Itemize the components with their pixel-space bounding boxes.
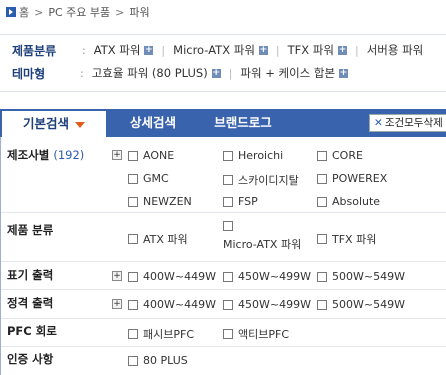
option-label-400[interactable]: 400W~449W	[128, 270, 216, 283]
option-tfx[interactable]: TFX 파워	[317, 231, 376, 247]
option-fsp[interactable]: FSP	[223, 195, 258, 208]
divider: |	[161, 43, 166, 57]
category-tfx[interactable]: TFX 파워 +	[288, 42, 347, 58]
option-atx[interactable]: ATX 파워	[128, 231, 188, 247]
checkbox[interactable]	[128, 329, 138, 339]
option-skydigital[interactable]: 스카이디지탈	[223, 172, 299, 188]
reset-conditions-button[interactable]: ✕ 조건모두삭제	[369, 114, 446, 132]
search-tab-bar: 기본검색 상세검색 브랜드로그 ✕ 조건모두삭제	[0, 109, 446, 137]
filter-row-label-output: 표기 출력 + 400W~449W 450W~499W 500W~549W	[1, 263, 446, 290]
close-icon: ✕	[374, 117, 383, 129]
checkbox[interactable]	[223, 271, 233, 282]
option-rated-400[interactable]: 400W~449W	[128, 298, 216, 311]
checkbox[interactable]	[128, 196, 138, 207]
checkbox[interactable]	[223, 221, 233, 231]
divider: |	[354, 43, 359, 57]
filter-label-label-output: 표기 출력	[7, 268, 54, 282]
breadcrumb-item-pc-parts[interactable]: PC 주요 부품	[48, 4, 110, 20]
theme-case-bundle[interactable]: 파워 + 케이스 합본 +	[240, 65, 349, 81]
tab-brand-logo[interactable]: 브랜드로그	[198, 109, 288, 137]
expand-plus-icon[interactable]: +	[112, 271, 122, 281]
filter-label-type: 제품 분류	[7, 223, 54, 237]
checkbox[interactable]	[223, 196, 233, 207]
breadcrumb-separator: >	[115, 5, 125, 19]
option-micro-atx[interactable]: Micro-ATX 파워	[223, 221, 301, 252]
checkbox[interactable]	[128, 234, 138, 244]
filter-label-maker: 제조사별 (192)	[7, 148, 85, 162]
theme-category-label: 테마형	[12, 66, 46, 81]
filter-label-cert: 인증 사항	[7, 352, 54, 366]
option-rated-450[interactable]: 450W~499W	[223, 298, 311, 311]
checkbox[interactable]	[317, 196, 327, 207]
option-rated-500[interactable]: 500W~549W	[317, 298, 405, 311]
option-powerex[interactable]: POWEREX	[317, 172, 387, 185]
filter-label-pfc: PFC 회로	[7, 324, 57, 338]
plus-icon[interactable]: +	[211, 68, 221, 78]
tab-basic-search[interactable]: 기본검색	[2, 111, 106, 137]
option-gmc[interactable]: GMC	[128, 172, 169, 185]
option-label-500[interactable]: 500W~549W	[317, 270, 405, 283]
breadcrumb-home[interactable]: 홈	[19, 4, 29, 20]
product-category-row: 제품분류 : ATX 파워 + | Micro-ATX 파워 + | TFX 파워 +…	[12, 41, 423, 59]
option-absolute[interactable]: Absolute	[317, 195, 380, 208]
checkbox[interactable]	[223, 299, 233, 310]
divider: |	[275, 43, 280, 57]
category-server[interactable]: 서버용 파워	[367, 42, 424, 58]
expand-plus-icon[interactable]: +	[112, 150, 122, 160]
expand-plus-icon[interactable]: +	[112, 299, 122, 309]
category-box: 제품분류 : ATX 파워 + | Micro-ATX 파워 + | TFX 파워 +…	[0, 34, 446, 92]
option-heroichi[interactable]: Heroichi	[223, 149, 283, 162]
divider: |	[228, 66, 233, 80]
plus-icon[interactable]: +	[337, 45, 347, 55]
category-micro-atx[interactable]: Micro-ATX 파워 +	[173, 42, 268, 58]
checkbox[interactable]	[223, 329, 233, 339]
breadcrumb-separator: >	[34, 5, 44, 19]
checkbox[interactable]	[317, 234, 327, 244]
checkbox[interactable]	[128, 173, 138, 184]
checkbox[interactable]	[223, 175, 233, 185]
option-passive-pfc[interactable]: 패시브PFC	[128, 326, 194, 342]
theme-category-row: 테마형 : 고효율 파워 (80 PLUS) + | 파워 + 케이스 합본 +	[12, 64, 349, 82]
tab-detail-search[interactable]: 상세검색	[118, 109, 188, 137]
product-category-label: 제품분류	[12, 43, 57, 58]
theme-80plus[interactable]: 고효율 파워 (80 PLUS) +	[92, 65, 221, 81]
breadcrumb-item-power[interactable]: 파워	[129, 4, 149, 20]
checkbox[interactable]	[317, 299, 327, 310]
breadcrumb: 홈 > PC 주요 부품 > 파워	[6, 4, 150, 20]
colon: :	[82, 43, 86, 57]
option-aone[interactable]: AONE	[128, 149, 174, 162]
option-80plus[interactable]: 80 PLUS	[128, 354, 188, 367]
filter-panel: 제조사별 (192) + AONE Heroichi CORE GMC 스카이디지…	[0, 137, 446, 375]
checkbox[interactable]	[128, 271, 138, 282]
plus-icon[interactable]: +	[258, 45, 268, 55]
plus-icon[interactable]: +	[339, 68, 349, 78]
checkbox[interactable]	[317, 173, 327, 184]
filter-row-type: 제품 분류 ATX 파워 Micro-ATX 파워 TFX 파워	[1, 214, 446, 262]
checkbox[interactable]	[128, 355, 138, 366]
checkbox[interactable]	[128, 299, 138, 310]
checkbox[interactable]	[317, 150, 327, 161]
filter-row-cert: 인증 사항 80 PLUS	[1, 348, 446, 375]
filter-label-rated-output: 정격 출력	[7, 296, 54, 310]
filter-row-maker: 제조사별 (192) + AONE Heroichi CORE GMC 스카이디지…	[1, 137, 446, 213]
checkbox[interactable]	[223, 150, 233, 161]
option-core[interactable]: CORE	[317, 149, 363, 162]
option-label-450[interactable]: 450W~499W	[223, 270, 311, 283]
dropdown-arrow-icon	[75, 121, 85, 128]
option-newzen[interactable]: NEWZEN	[128, 195, 192, 208]
plus-icon[interactable]: +	[144, 45, 154, 55]
home-icon[interactable]	[6, 7, 16, 17]
option-active-pfc[interactable]: 액티브PFC	[223, 326, 289, 342]
checkbox[interactable]	[317, 271, 327, 282]
filter-row-rated-output: 정격 출력 + 400W~449W 450W~499W 500W~549W	[1, 291, 446, 319]
category-atx[interactable]: ATX 파워 +	[94, 42, 154, 58]
colon: :	[80, 66, 84, 80]
filter-row-pfc: PFC 회로 패시브PFC 액티브PFC	[1, 320, 446, 347]
checkbox[interactable]	[128, 150, 138, 161]
